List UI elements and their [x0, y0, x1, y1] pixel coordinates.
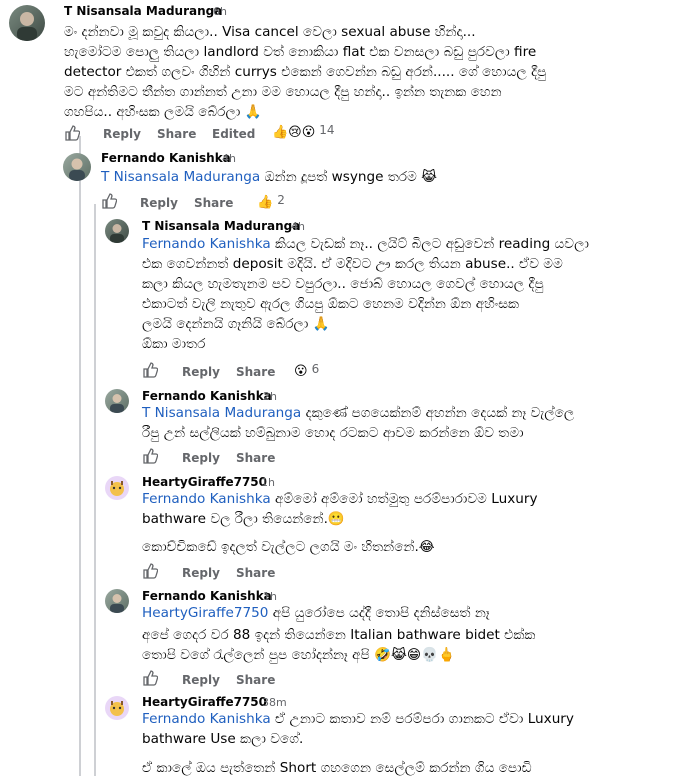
share-button[interactable]: Share — [236, 673, 275, 687]
reply-button[interactable]: Reply — [182, 365, 220, 379]
comment-line: ගහපිය.. අහිංසක ලමයි බේරලා 🙏 — [64, 104, 262, 120]
comment-line: ඕකා මාතර — [142, 336, 206, 352]
comment-line: ඔන්න දූපත් wsynge තරම 😹 — [264, 169, 438, 185]
edited-label: Edited — [212, 127, 256, 141]
comment-author[interactable]: T Nisansala Maduranga — [64, 4, 222, 18]
comment-body: Fernando Kanishka ඒ උනාට කතාව නම් පරම්පර… — [142, 709, 574, 729]
like-icon[interactable] — [142, 563, 158, 579]
comment-line: ඒ කාලේ ඔය පැත්තෙන් Short ගහගෙන සෙල්ලම් ක… — [142, 760, 532, 776]
comment-line: හැමෝටම පොලු තියලා landlord වත් නොකියා fl… — [64, 44, 537, 60]
comment-line: කොච්චිකඩේ ඉදලත් වැල්ලට ලගයි මං හිතන්නේ.😂 — [142, 539, 435, 555]
reply-button[interactable]: Reply — [182, 566, 220, 580]
comment-author[interactable]: T Nisansala Maduranga — [142, 219, 300, 233]
mention-link[interactable]: Fernando Kanishka — [142, 491, 271, 507]
comment-line: මං දන්නවා මූ කවුද කියලා.. Visa cancel වෙ… — [64, 24, 476, 40]
reaction-icons: 👍😢😮 — [272, 125, 316, 140]
reaction-icons: 👍 — [257, 195, 274, 210]
comment-line: bathware Use කලා වගේ. — [142, 731, 304, 747]
like-icon[interactable] — [142, 670, 158, 686]
avatar[interactable] — [105, 219, 129, 243]
comment-line: එකාටත් වැලි නැතුව ඇරල ගියපු ඕකට හෙනම වදි… — [142, 296, 520, 312]
reaction-summary[interactable]: 👍 2 — [257, 193, 285, 210]
mention-link[interactable]: T Nisansala Maduranga — [101, 169, 260, 185]
comment-line: එක ගෙවන්නත් deposit මදියි. ඒ මදිවට ඌ කරල… — [142, 256, 563, 272]
comment-body: T Nisansala Maduranga දකුණේ පගයෙක්නම් අහ… — [142, 403, 574, 423]
share-button[interactable]: Share — [194, 196, 233, 210]
comment-author[interactable]: HeartyGiraffe7750 — [142, 695, 267, 709]
avatar[interactable] — [63, 153, 91, 181]
comment-body: T Nisansala Maduranga ඔන්න දූපත් wsynge … — [101, 167, 437, 187]
thread-line-sub — [94, 204, 96, 776]
reaction-count: 14 — [319, 123, 335, 137]
comment-author[interactable]: Fernando Kanishka — [101, 151, 231, 165]
comment-body: Fernando Kanishka අම්මෝ අම්මෝ හත්මුතු පර… — [142, 489, 538, 509]
comment-line: අපේ ගෙදර වර 88 ඉදන් තියෙන්නෙ Italian bat… — [142, 627, 536, 643]
comment-time[interactable]: 38m — [262, 696, 287, 709]
avatar[interactable] — [105, 476, 129, 500]
comment-line: මට අන්තිමට තීන්ත ගාන්නත් උනා මම හොයල දීප… — [64, 84, 502, 100]
comment-body: Fernando Kanishka කියල වැඩක් නෑ.. ලයිට් … — [142, 234, 589, 254]
comment-line: ලමයි දෙන්නයි ගෑනියි බේරලා 🙏 — [142, 316, 330, 332]
comment-line: රීපු උන් සල්ලියක් හම්බුනාම හොද රටකට ආවම … — [142, 425, 524, 441]
comment-time[interactable]: 1h — [263, 590, 277, 603]
avatar[interactable] — [105, 389, 129, 413]
reaction-summary[interactable]: 😮 6 — [294, 362, 319, 379]
share-button[interactable]: Share — [236, 365, 275, 379]
reply-button[interactable]: Reply — [103, 127, 141, 141]
comment-line: bathware වල රීලා තියෙන්නේ.😬 — [142, 511, 345, 527]
comment-time[interactable]: 6h — [213, 5, 227, 18]
comment-line: කලා කියල හැමතැනම පව වපුරලා.. ජොබ් හොයල ග… — [142, 276, 544, 292]
comment-line: දකුණේ පගයෙක්නම් අහන්න දෙයක් නෑ වැල්ලෙ — [305, 405, 575, 421]
reply-button[interactable]: Reply — [182, 451, 220, 465]
comment-line: තොපි වගේ රැල්ලෙන් පුප හෝදන්නෑ අපි 🤣😹😁💀🖕 — [142, 647, 455, 663]
comment-time[interactable]: 4h — [222, 152, 236, 165]
reaction-icons: 😮 — [294, 364, 308, 379]
thread-line — [79, 136, 81, 776]
reaction-count: 6 — [311, 362, 320, 376]
comment-author[interactable]: Fernando Kanishka — [142, 589, 272, 603]
comment-line: ඒ උනාට කතාව නම් පරම්පරා ගානකට ඒවා Luxury — [275, 711, 574, 727]
mention-link[interactable]: T Nisansala Maduranga — [142, 405, 301, 421]
comment-line: අම්මෝ අම්මෝ හත්මුතු පරම්පාරාවම Luxury — [275, 491, 538, 507]
mention-link[interactable]: Fernando Kanishka — [142, 711, 271, 727]
avatar[interactable] — [105, 696, 129, 720]
comment-time[interactable]: 1h — [261, 476, 275, 489]
comment-time[interactable]: 2h — [263, 390, 277, 403]
comment-body: HeartyGiraffe7750 අපි යුරෝපෙ යද්දී තොපි … — [142, 603, 490, 623]
comment-author[interactable]: Fernando Kanishka — [142, 389, 272, 403]
like-icon[interactable] — [64, 125, 80, 141]
reply-button[interactable]: Reply — [182, 673, 220, 687]
reply-button[interactable]: Reply — [140, 196, 178, 210]
mention-link[interactable]: Fernando Kanishka — [142, 236, 271, 252]
reaction-count: 2 — [277, 193, 285, 207]
avatar[interactable] — [9, 5, 45, 41]
comment-author[interactable]: HeartyGiraffe7750 — [142, 475, 267, 489]
comment-line: කියල වැඩක් නෑ.. ලයිට් බිලට අඩුවෙන් readi… — [275, 236, 589, 252]
comment-line: detector එකත් ගලවං ගිහින් currys එකෙන් ග… — [64, 64, 547, 80]
share-button[interactable]: Share — [236, 451, 275, 465]
share-button[interactable]: Share — [236, 566, 275, 580]
share-button[interactable]: Share — [157, 127, 196, 141]
comment-time[interactable]: 4h — [291, 220, 305, 233]
reaction-summary[interactable]: 👍😢😮 14 — [272, 123, 335, 140]
like-icon[interactable] — [142, 448, 158, 464]
comment-line: අපි යුරෝපෙ යද්දී තොපි දනිස්සෙත් නෑ — [272, 605, 490, 621]
like-icon[interactable] — [142, 362, 158, 378]
mention-link[interactable]: HeartyGiraffe7750 — [142, 605, 268, 621]
avatar[interactable] — [105, 589, 129, 613]
like-icon[interactable] — [101, 193, 117, 209]
